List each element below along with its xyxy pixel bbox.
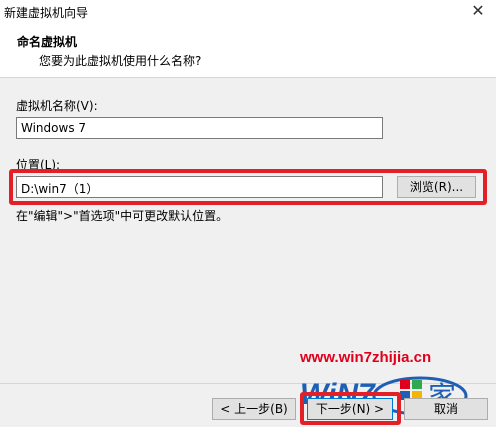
vm-name-input[interactable]: Windows 7 [16,117,383,139]
window-title: 新建虚拟机向导 [4,6,89,20]
wizard-header: 命名虚拟机 您要为此虚拟机使用什么名称? [0,24,496,78]
page-title: 命名虚拟机 [17,35,78,49]
preferences-hint: 在"编辑">"首选项"中可更改默认位置。 [16,209,229,223]
back-button[interactable]: < 上一步(B) [212,398,296,420]
watermark-url: www.win7zhijia.cn [300,349,432,366]
title-bar: 新建虚拟机向导 ✕ [0,0,496,24]
page-subtitle: 您要为此虚拟机使用什么名称? [39,54,202,68]
vm-name-label: 虚拟机名称(V): [16,99,98,113]
highlight-next [300,392,401,425]
highlight-location [9,169,487,205]
cancel-button[interactable]: 取消 [404,398,488,420]
close-icon[interactable]: ✕ [468,2,488,20]
